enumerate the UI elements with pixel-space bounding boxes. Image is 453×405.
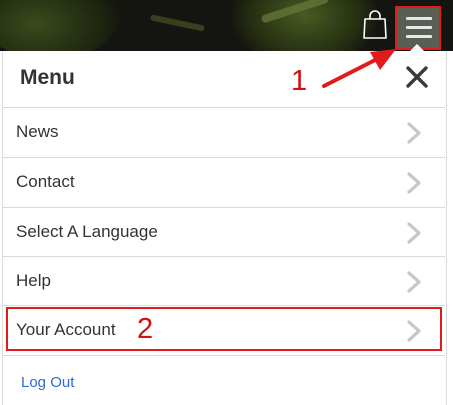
menu-item-label: News <box>16 122 59 141</box>
menu-item-contact[interactable]: Contact <box>2 157 445 207</box>
menu-title: Menu <box>20 66 75 89</box>
annotation-step-number: 2 <box>137 313 154 345</box>
menu-item-select-language[interactable]: Select A Language <box>2 207 445 257</box>
chevron-right-icon <box>407 122 421 144</box>
chevron-right-icon <box>407 222 421 244</box>
menu-caret <box>410 44 424 51</box>
menu-item-help[interactable]: Help <box>2 256 445 306</box>
hamburger-icon <box>406 17 432 20</box>
menu-item-news[interactable]: News <box>2 107 445 157</box>
background-foliage <box>0 0 120 51</box>
logout-link[interactable]: Log Out <box>21 374 74 391</box>
close-icon[interactable] <box>404 64 430 90</box>
header-bar <box>0 0 453 51</box>
annotation-highlight-box <box>6 307 442 351</box>
chevron-right-icon <box>407 271 421 293</box>
shopping-bag-icon[interactable] <box>362 9 388 39</box>
menu-item-label: Contact <box>16 172 75 191</box>
background-leaf <box>149 14 206 32</box>
hamburger-icon <box>406 35 432 38</box>
annotation-step-number: 1 <box>291 65 308 97</box>
menu-item-label: Select A Language <box>16 222 158 241</box>
chevron-right-icon <box>407 172 421 194</box>
hamburger-icon <box>406 26 432 29</box>
menu-item-label: Help <box>16 271 51 290</box>
